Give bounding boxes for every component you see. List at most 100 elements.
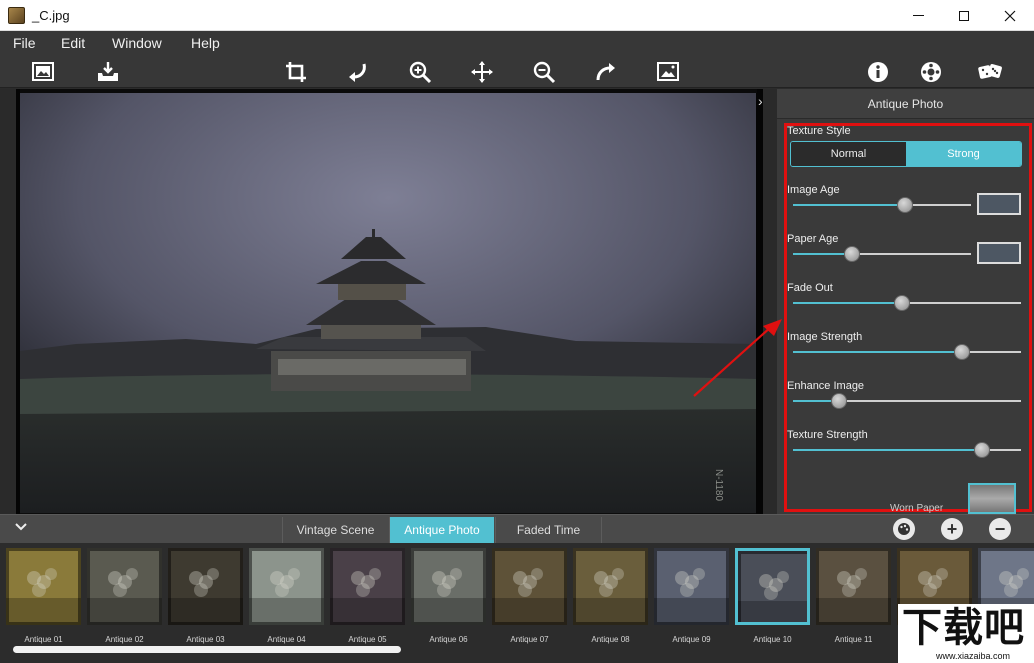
zoom-in-button[interactable] [406,58,434,86]
menu-help[interactable]: Help [191,35,220,51]
preset-scrollbar[interactable] [13,646,401,653]
menu-file[interactable]: File [13,35,36,51]
preset-label: Antique 05 [348,635,387,644]
app-window: _C.jpg File Edit Window Help N-1180 › An… [0,0,1034,663]
slider-fill [793,204,906,206]
preset-label: Antique 10 [753,635,792,644]
texture-style-toggle[interactable]: Normal Strong [790,141,1022,167]
preset-thumbnail[interactable]: Antique 09 [654,548,729,644]
preset-thumbnail[interactable]: Antique 10 [735,548,810,644]
undo-button[interactable] [344,58,372,86]
preset-label: Antique 11 [834,635,873,644]
save-button[interactable] [94,58,122,86]
slider-label: Fade Out [787,282,833,294]
preset-preview-image [816,548,891,625]
preset-thumbnail[interactable]: Antique 05 [330,548,405,644]
preset-label: Antique 07 [510,635,549,644]
preset-preview-image [573,548,648,625]
preset-thumbnail[interactable]: Antique 07 [492,548,567,644]
open-image-button[interactable] [29,58,57,86]
slider-label: Paper Age [787,233,839,245]
crop-icon [286,62,306,82]
preset-thumbnail[interactable]: Antique 08 [573,548,648,644]
color-swatch[interactable] [977,193,1021,215]
fit-image-button[interactable] [654,58,682,86]
slider-label: Enhance Image [787,380,865,392]
preset-thumbnail[interactable]: Antique 06 [411,548,486,644]
slider-fill [793,449,983,451]
slider-handle[interactable] [897,197,914,213]
slider-track[interactable] [793,204,971,206]
watermark-logo: 下载吧 www.xiazaiba.com [898,604,1034,663]
slider-fill [793,302,903,304]
redo-icon [596,63,615,81]
collapse-panel-button[interactable]: › [758,93,763,109]
slider-label: Image Strength [787,331,863,343]
slider-handle[interactable] [843,246,860,262]
texture-thumbnail[interactable] [968,483,1016,514]
annotation-arrow [693,319,782,397]
preset-label: Antique 04 [267,635,306,644]
panel-title: Antique Photo [777,89,1034,119]
random-button[interactable] [976,58,1004,86]
minimize-button[interactable] [895,0,941,31]
plus-icon: + [946,519,958,539]
preset-thumbnail[interactable]: Antique 01 [6,548,81,644]
photo-preview[interactable]: N-1180 [16,89,763,514]
texture-style-label: Texture Style [787,125,851,137]
tab-faded-time[interactable]: Faded Time [495,517,602,543]
slider-label: Image Age [787,184,840,196]
svg-text:N-1180: N-1180 [713,469,724,501]
zoom-out-button[interactable] [530,58,558,86]
collapse-presets-button[interactable] [14,520,28,535]
slider-handle[interactable] [953,344,970,360]
watermark-url: www.xiazaiba.com [936,651,1011,661]
app-icon [8,7,25,24]
info-icon [868,62,888,82]
texture-strong-option[interactable]: Strong [906,142,1021,166]
remove-preset-button[interactable]: − [989,518,1011,540]
preset-preview-image [249,548,324,625]
redo-button[interactable] [592,58,620,86]
undo-icon [349,63,366,82]
random-icon [978,64,1002,79]
preset-label: Antique 06 [429,635,468,644]
favorite-button[interactable] [893,518,915,540]
preset-label: Antique 08 [591,635,630,644]
add-preset-button[interactable]: + [941,518,963,540]
close-button[interactable] [987,0,1033,31]
preset-thumbnail[interactable]: Antique 03 [168,548,243,644]
settings-button[interactable] [917,58,945,86]
info-button[interactable] [864,58,892,86]
preset-thumbnail[interactable]: Antique 02 [87,548,162,644]
preset-thumbnail[interactable]: Antique 11 [816,548,891,644]
maximize-button[interactable] [941,0,987,31]
preset-preview-image [168,548,243,625]
preset-preview-image [492,548,567,625]
menu-window[interactable]: Window [112,35,162,51]
zoom-out-icon [533,61,556,84]
slider-track[interactable] [793,351,1021,353]
maximize-icon [959,10,969,21]
slider-handle[interactable] [830,393,847,409]
toolbar [0,55,1034,88]
zoom-in-icon [409,61,432,84]
preset-thumbnail[interactable]: Antique 04 [249,548,324,644]
highlight-box [784,123,1032,512]
crop-button[interactable] [282,58,310,86]
chevron-down-icon [15,523,27,531]
texture-name-label: Worn Paper [890,503,944,514]
window-title: _C.jpg [32,8,70,23]
texture-normal-option[interactable]: Normal [791,142,906,166]
color-swatch[interactable] [977,242,1021,264]
menu-edit[interactable]: Edit [61,35,85,51]
palette-icon [898,523,910,535]
preset-strip: Antique 01 Antique 02 Antique 03 Antique 04… [0,543,1034,663]
tab-antique-photo[interactable]: Antique Photo [389,517,494,543]
move-button[interactable] [468,58,496,86]
preset-preview-image [735,548,810,625]
slider-track[interactable] [793,253,971,255]
tab-vintage-scene[interactable]: Vintage Scene [282,517,388,543]
slider-track[interactable] [793,400,1021,402]
menu-bar: File Edit Window Help [0,31,1034,55]
